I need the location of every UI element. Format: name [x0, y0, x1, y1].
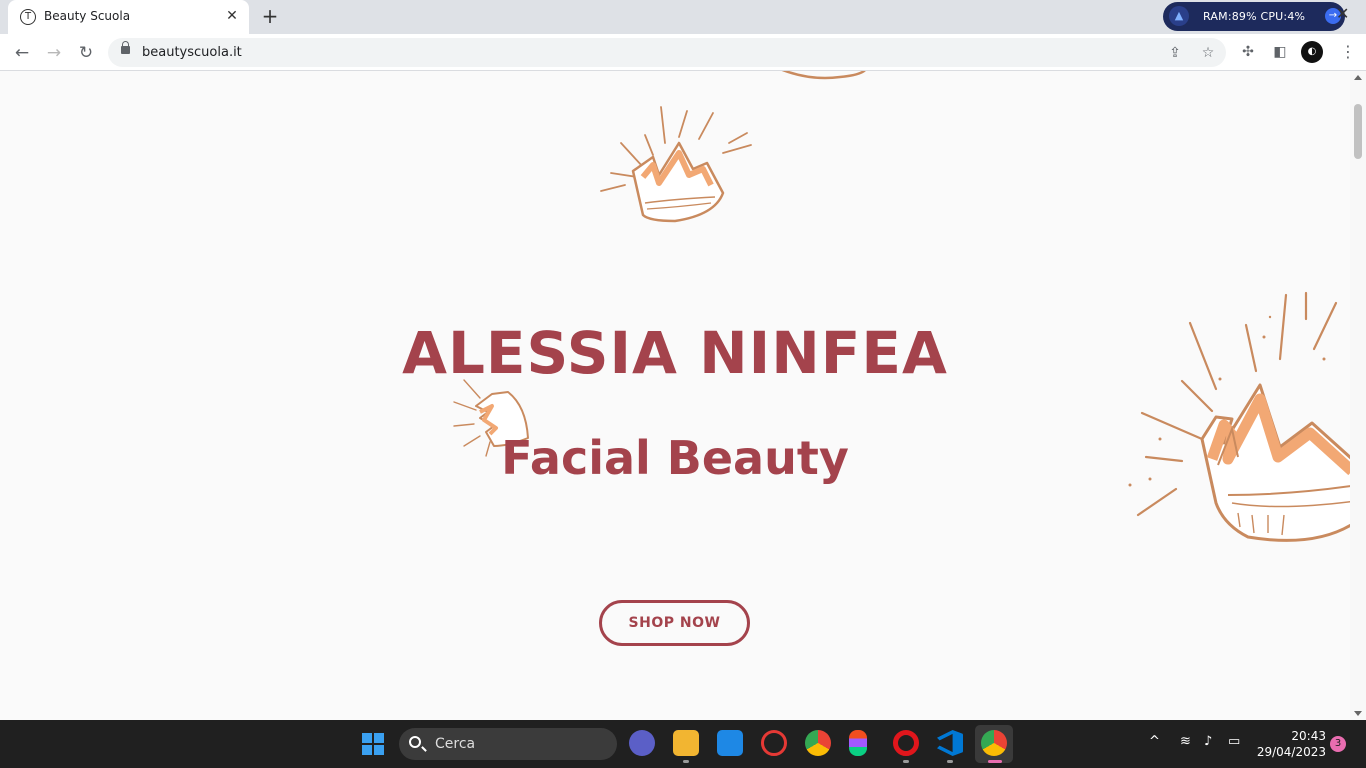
active-indicator — [988, 760, 1002, 763]
url-text[interactable]: beautyscuola.it — [142, 45, 242, 60]
side-panel-icon[interactable]: ◧ — [1270, 42, 1290, 62]
shop-now-button[interactable]: SHOP NOW — [599, 600, 750, 646]
video-call-icon[interactable] — [629, 730, 655, 756]
taskbar-search[interactable]: Cerca — [399, 728, 617, 760]
menu-icon[interactable]: ⋮ — [1340, 41, 1356, 63]
wifi-icon[interactable]: ≋ — [1180, 734, 1191, 749]
hero-subtitle: Facial Beauty — [501, 431, 849, 485]
scroll-down-icon[interactable] — [1354, 711, 1362, 716]
clock-date: 29/04/2023 — [1256, 745, 1326, 759]
address-bar[interactable]: beautyscuola.it ⇪ ☆ — [108, 38, 1226, 67]
chrome-icon[interactable] — [805, 730, 831, 756]
forward-icon[interactable]: → — [42, 41, 66, 65]
reload-icon[interactable]: ↻ — [74, 41, 98, 65]
running-indicator — [903, 760, 909, 763]
search-placeholder: Cerca — [435, 736, 476, 752]
show-hidden-icons-icon[interactable]: ^ — [1149, 734, 1160, 749]
profile-avatar[interactable]: ◐ — [1301, 41, 1323, 63]
clock[interactable]: 20:43 29/04/2023 — [1256, 728, 1326, 760]
tab-title: Beauty Scuola — [44, 9, 131, 23]
taskbar: Cerca ^ ≋ ♪ ▭ 20:43 29/04/2023 3 — [0, 720, 1366, 768]
back-icon[interactable]: ← — [10, 41, 34, 65]
antivirus-icon[interactable] — [761, 730, 787, 756]
crown-decoration-icon — [781, 71, 866, 80]
chrome-profile-icon[interactable] — [981, 730, 1007, 756]
browser-toolbar: ← → ↻ beautyscuola.it ⇪ ☆ ✣ ◧ ◐ ⋮ — [0, 34, 1366, 71]
page-viewport: ALESSIA NINFEA Facial Beauty SHOP NOW — [0, 71, 1350, 720]
running-indicator — [947, 760, 953, 763]
search-icon — [409, 736, 421, 748]
notification-badge[interactable]: 3 — [1330, 736, 1346, 752]
volume-icon[interactable]: ♪ — [1204, 734, 1212, 749]
lock-icon — [121, 41, 130, 54]
tab-strip: T Beauty Scuola ✕ + ▲ RAM:89% CPU:4% → ✕ — [0, 0, 1366, 34]
new-tab-icon[interactable]: + — [260, 6, 280, 26]
scroll-thumb[interactable] — [1354, 104, 1362, 159]
tab-favicon-icon: T — [20, 9, 36, 25]
system-monitor-text: RAM:89% CPU:4% — [1203, 10, 1306, 23]
file-explorer-icon[interactable] — [673, 730, 699, 756]
mail-icon[interactable] — [717, 730, 743, 756]
system-monitor-widget[interactable]: ▲ RAM:89% CPU:4% → — [1163, 2, 1345, 31]
share-icon[interactable]: ⇪ — [1166, 44, 1184, 62]
rocket-icon: ▲ — [1169, 6, 1189, 26]
figma-icon[interactable] — [849, 730, 867, 756]
extensions-icon[interactable]: ✣ — [1238, 42, 1258, 62]
bookmark-star-icon[interactable]: ☆ — [1199, 44, 1217, 62]
tab-beauty-scuola[interactable]: T Beauty Scuola ✕ — [8, 0, 249, 34]
page-scrollbar[interactable] — [1350, 71, 1366, 720]
tab-close-icon[interactable]: ✕ — [224, 8, 240, 24]
windows-start-icon[interactable] — [362, 733, 384, 755]
opera-icon[interactable] — [893, 730, 919, 756]
vscode-icon[interactable] — [937, 730, 963, 756]
scroll-up-icon[interactable] — [1354, 75, 1362, 80]
battery-icon[interactable]: ▭ — [1228, 734, 1240, 749]
hero-title: ALESSIA NINFEA — [402, 319, 948, 387]
window-close-icon[interactable]: ✕ — [1336, 4, 1349, 23]
clock-time: 20:43 — [1291, 729, 1326, 743]
running-indicator — [683, 760, 689, 763]
crown-decoration-icon — [600, 106, 752, 223]
